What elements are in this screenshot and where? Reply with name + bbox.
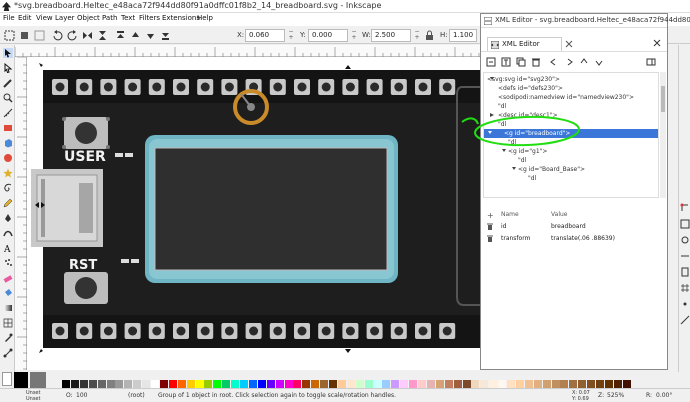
palette-swatch[interactable] xyxy=(462,380,471,388)
palette-swatch[interactable] xyxy=(257,380,266,388)
palette-swatch[interactable] xyxy=(480,380,489,388)
palette-swatch[interactable] xyxy=(97,380,106,388)
palette-swatch[interactable] xyxy=(453,380,462,388)
palette-swatch[interactable] xyxy=(115,380,124,388)
palette-swatch[interactable] xyxy=(62,380,70,388)
palette-swatch[interactable] xyxy=(311,380,320,388)
palette-swatch[interactable] xyxy=(204,380,213,388)
zoom-value[interactable]: 525% xyxy=(607,392,624,399)
palette-swatch[interactable] xyxy=(515,380,524,388)
palette-swatch[interactable] xyxy=(426,380,435,388)
palette-swatch[interactable] xyxy=(346,380,355,388)
rotation-label: R: xyxy=(646,392,653,399)
palette-swatch[interactable] xyxy=(533,380,542,388)
palette-swatch[interactable] xyxy=(284,380,293,388)
palette-swatch[interactable] xyxy=(551,380,560,388)
zoom-label: Z: xyxy=(598,392,605,399)
palette-swatch[interactable] xyxy=(391,380,400,388)
palette-swatch[interactable] xyxy=(400,380,409,388)
palette-swatch[interactable] xyxy=(409,380,418,388)
palette-swatch[interactable] xyxy=(507,380,515,388)
palette-swatch[interactable] xyxy=(337,380,346,388)
palette-swatch[interactable] xyxy=(604,380,613,388)
palette-swatch[interactable] xyxy=(231,380,240,388)
palette-swatch[interactable] xyxy=(293,380,302,388)
green-annotation xyxy=(461,115,580,147)
palette-swatch[interactable] xyxy=(418,380,426,388)
palette-swatch[interactable] xyxy=(524,380,533,388)
palette-swatch[interactable] xyxy=(560,380,569,388)
palette-swatch[interactable] xyxy=(133,380,142,388)
palette-swatch[interactable] xyxy=(186,380,195,388)
palette-swatch[interactable] xyxy=(302,380,311,388)
palette-swatch[interactable] xyxy=(355,380,364,388)
palette-swatch[interactable] xyxy=(613,380,622,388)
palette-swatch[interactable] xyxy=(142,380,151,388)
cursor-y: Y: 0.69 xyxy=(572,396,589,402)
palette-swatch[interactable] xyxy=(106,380,115,388)
palette-swatch[interactable] xyxy=(364,380,373,388)
palette-swatch[interactable] xyxy=(435,380,444,388)
palette-swatch[interactable] xyxy=(542,380,551,388)
palette-swatch[interactable] xyxy=(329,380,337,388)
palette-swatch[interactable] xyxy=(320,380,329,388)
palette-swatch[interactable] xyxy=(569,380,578,388)
palette-swatch[interactable] xyxy=(195,380,204,388)
palette-swatch[interactable] xyxy=(382,380,391,388)
palette-swatch[interactable] xyxy=(88,380,97,388)
status-message: Group of 1 object in root. Click selecti… xyxy=(158,392,397,399)
no-paint-swatch[interactable] xyxy=(2,372,12,386)
palette-swatch[interactable] xyxy=(622,380,631,388)
palette-swatch[interactable] xyxy=(275,380,284,388)
palette-swatch[interactable] xyxy=(489,380,498,388)
palette-swatch[interactable] xyxy=(168,380,177,388)
palette-swatch[interactable] xyxy=(248,380,257,388)
stroke-indicator[interactable] xyxy=(30,372,46,388)
palette-swatch[interactable] xyxy=(240,380,248,388)
palette-swatch[interactable] xyxy=(587,380,596,388)
status-bar: Unset Unset O: 100 (root) Group of 1 obj… xyxy=(0,388,690,402)
palette-swatch[interactable] xyxy=(159,380,168,388)
opacity-label: O: xyxy=(66,392,73,399)
palette-swatch[interactable] xyxy=(213,380,222,388)
palette-swatch[interactable] xyxy=(151,380,159,388)
palette-swatch[interactable] xyxy=(124,380,133,388)
rotation-value[interactable]: 0.00° xyxy=(656,392,672,399)
palette-swatch[interactable] xyxy=(498,380,507,388)
stroke-status: Unset xyxy=(26,396,41,402)
opacity-value[interactable]: 100 xyxy=(76,392,87,399)
palette-swatch[interactable] xyxy=(578,380,587,388)
palette-swatch[interactable] xyxy=(373,380,382,388)
palette-swatch[interactable] xyxy=(471,380,480,388)
palette-swatch[interactable] xyxy=(79,380,88,388)
palette-swatch[interactable] xyxy=(596,380,604,388)
palette-swatch[interactable] xyxy=(70,380,79,388)
palette-swatch[interactable] xyxy=(266,380,275,388)
layer-indicator[interactable]: (root) xyxy=(128,392,145,399)
palette-swatch[interactable] xyxy=(177,380,186,388)
palette-swatch[interactable] xyxy=(444,380,453,388)
palette-swatch[interactable] xyxy=(222,380,231,388)
fill-indicator[interactable] xyxy=(14,372,28,388)
